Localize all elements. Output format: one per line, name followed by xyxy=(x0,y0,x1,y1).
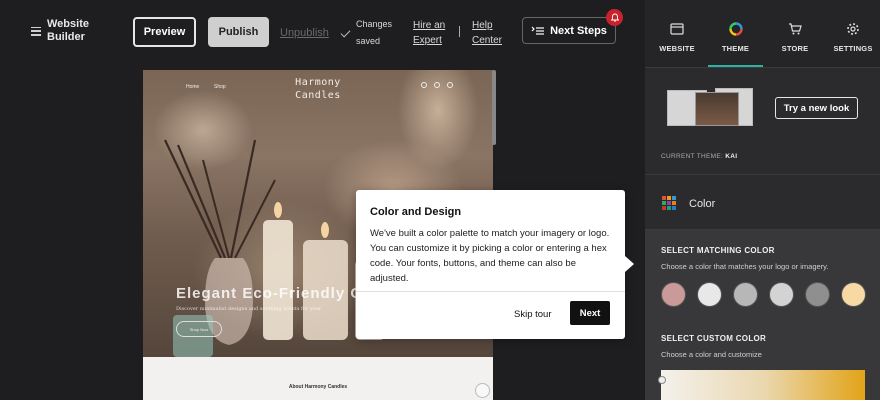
next-steps-label: Next Steps xyxy=(550,24,607,37)
shopping-cart-icon xyxy=(789,23,802,35)
tooltip-arrow xyxy=(625,256,634,272)
active-tab-indicator xyxy=(708,65,763,67)
publish-button[interactable]: Publish xyxy=(208,17,269,47)
checklist-icon xyxy=(531,26,545,35)
site-nav-shop[interactable]: Shop xyxy=(214,84,226,90)
color-picker-gradient[interactable] xyxy=(661,370,865,400)
tour-next-button[interactable]: Next xyxy=(570,301,610,325)
about-section: About Harmony Candles xyxy=(143,357,493,400)
tab-settings-label: SETTINGS xyxy=(833,44,873,53)
search-icon[interactable] xyxy=(421,82,427,88)
tooltip-divider xyxy=(356,291,625,292)
website-builder-app: Website Builder Preview Publish Unpublis… xyxy=(0,0,880,400)
tab-website-label: WEBSITE xyxy=(659,44,695,53)
color-swatch[interactable] xyxy=(841,282,866,307)
tooltip-body: We've built a color palette to match you… xyxy=(370,228,610,284)
chat-icon[interactable] xyxy=(475,383,490,398)
brand-name: Website Builder xyxy=(47,18,89,43)
matching-color-subtitle: Choose a color that matches your logo or… xyxy=(661,262,829,271)
theme-thumb-main xyxy=(695,92,739,126)
panel-tabs: WEBSITE THEME STORE SETTINGS xyxy=(645,0,880,68)
current-theme-label: CURRENT THEME: xyxy=(661,153,724,160)
cart-icon[interactable] xyxy=(447,82,453,88)
divider xyxy=(459,26,460,37)
color-swatch[interactable] xyxy=(697,282,722,307)
save-status-text: Changes saved xyxy=(356,19,393,46)
checkmark-icon xyxy=(340,27,351,37)
about-title: About Harmony Candles xyxy=(288,384,348,390)
canvas-scrollbar[interactable] xyxy=(492,70,496,145)
try-new-look-button[interactable]: Try a new look xyxy=(775,97,858,119)
theme-section: Try a new look CURRENT THEME: KAI xyxy=(645,68,880,175)
top-bar: Website Builder Preview Publish Unpublis… xyxy=(0,0,645,62)
account-icon[interactable] xyxy=(434,82,440,88)
tab-theme[interactable]: THEME xyxy=(708,0,763,68)
unpublish-link[interactable]: Unpublish xyxy=(280,27,329,39)
color-swatch[interactable] xyxy=(805,282,830,307)
matching-color-title: SELECT MATCHING COLOR xyxy=(661,246,775,255)
right-panel: WEBSITE THEME STORE SETTINGS Try a new l… xyxy=(645,0,880,400)
color-wheel-icon xyxy=(728,22,743,36)
site-header-icons xyxy=(421,82,453,88)
hero-subtitle: Discover minimalist designs and soothing… xyxy=(176,306,322,312)
hero-shop-button[interactable]: Shop Now xyxy=(176,321,222,337)
color-picker-handle[interactable] xyxy=(658,376,666,384)
help-center-link[interactable]: Help Center xyxy=(472,18,512,48)
hamburger-menu-icon[interactable] xyxy=(31,26,41,36)
color-swatch[interactable] xyxy=(661,282,686,307)
tab-settings[interactable]: SETTINGS xyxy=(826,0,880,68)
color-swatches xyxy=(661,282,866,307)
skip-tour-button[interactable]: Skip tour xyxy=(514,309,552,320)
site-nav-home[interactable]: Home xyxy=(186,84,199,90)
gear-icon xyxy=(847,23,859,35)
tab-website[interactable]: WEBSITE xyxy=(651,0,703,68)
theme-thumbnails[interactable] xyxy=(667,84,753,134)
color-section-header[interactable]: Color xyxy=(645,176,880,230)
color-swatch[interactable] xyxy=(733,282,758,307)
hire-expert-link[interactable]: Hire an Expert xyxy=(413,18,453,48)
matching-color-section: SELECT MATCHING COLOR Choose a color tha… xyxy=(645,230,880,400)
tab-store[interactable]: STORE xyxy=(769,0,821,68)
current-theme-value: KAI xyxy=(725,153,738,160)
color-swatch[interactable] xyxy=(769,282,794,307)
next-steps-button[interactable]: Next Steps xyxy=(522,17,616,44)
site-title: Harmony Candles xyxy=(295,77,341,101)
current-theme: CURRENT THEME: KAI xyxy=(661,153,737,160)
color-section-label: Color xyxy=(689,198,716,210)
tour-tooltip: Color and Design We've built a color pal… xyxy=(356,190,625,339)
notification-bell-icon[interactable] xyxy=(606,9,623,26)
tooltip-title: Color and Design xyxy=(370,206,462,218)
color-palette-icon xyxy=(662,196,676,210)
brand[interactable]: Website Builder xyxy=(31,18,107,44)
save-status: Changes saved xyxy=(340,16,396,50)
tab-theme-label: THEME xyxy=(721,44,750,53)
preview-button[interactable]: Preview xyxy=(133,17,196,47)
custom-color-subtitle: Choose a color and customize xyxy=(661,350,762,359)
browser-window-icon xyxy=(670,23,684,35)
tab-store-label: STORE xyxy=(781,44,809,53)
hero-title: Elegant Eco-Friendly C xyxy=(176,285,363,302)
custom-color-title: SELECT CUSTOM COLOR xyxy=(661,334,767,343)
